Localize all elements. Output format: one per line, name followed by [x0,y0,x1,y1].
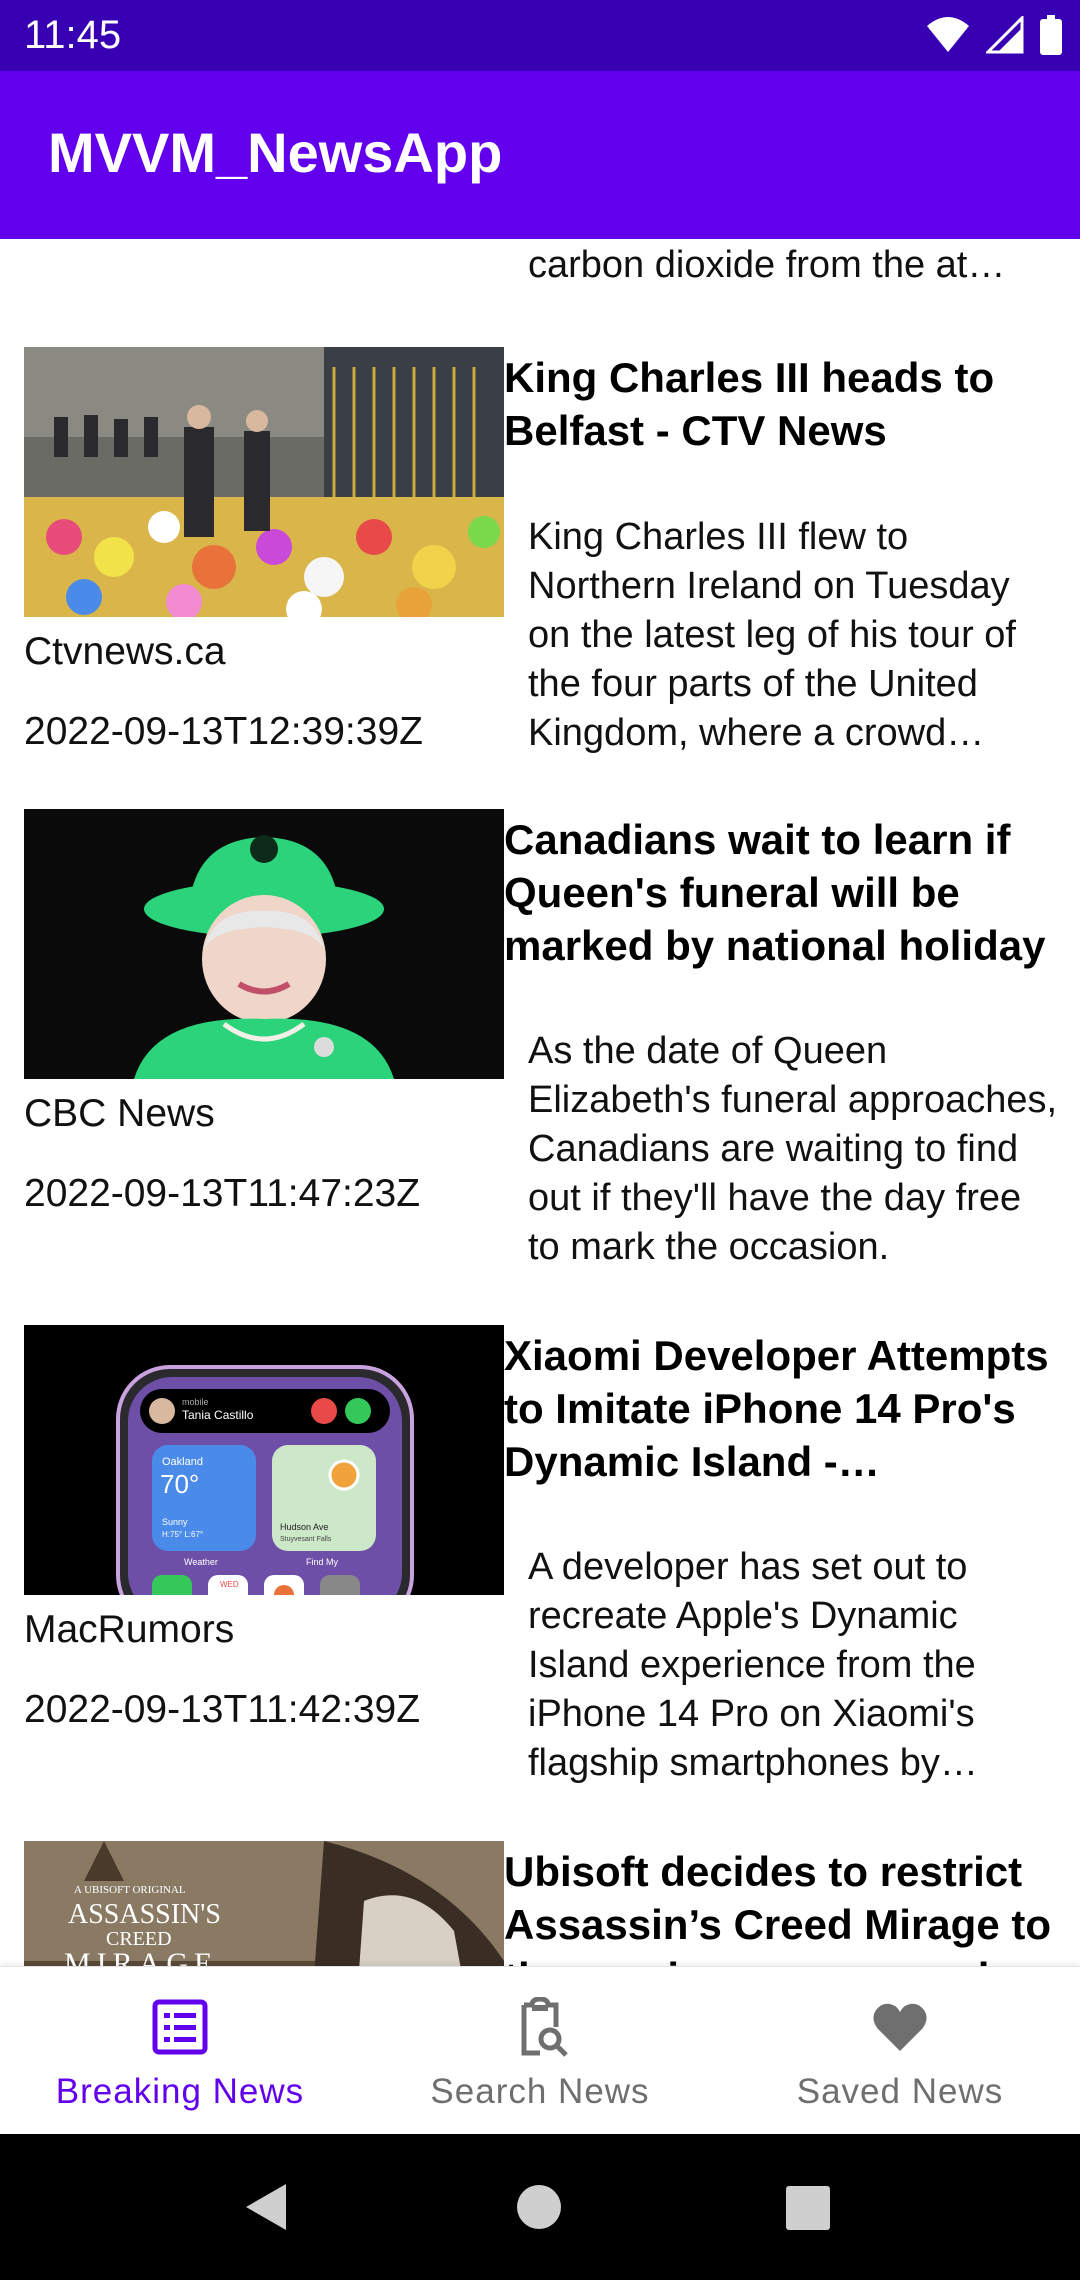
article-title: King Charles III heads to Belfast - CTV … [504,354,995,454]
nav-label: Saved News [796,2072,1004,2111]
article-item[interactable]: CBC News 2022-09-13T11:47:23Z Canadians … [0,809,1080,1279]
article-date: 2022-09-13T11:47:23Z [24,1172,421,1215]
recents-icon[interactable] [786,2186,830,2230]
article-title: Ubisoft decides to restrict Assassin’s C… [504,1848,1051,1966]
nav-item-search-news[interactable]: Search News [360,1967,720,2135]
article-source: CBC News [24,1092,215,1135]
news-list-icon [152,1999,208,2055]
bottom-navigation: Breaking News Search News Saved News [0,1966,1080,2135]
article-description: As the date of Queen Elizabeth's funeral… [528,1030,1058,1268]
article-source: MacRumors [24,1608,235,1651]
article-item[interactable]: Ctvnews.ca 2022-09-13T12:39:39Z King Cha… [0,347,1080,817]
svg-text:Stuyvesant Falls: Stuyvesant Falls [280,1536,332,1543]
clipboard-search-icon [521,1997,568,2057]
svg-text:Tania Castillo: Tania Castillo [182,1408,254,1422]
nav-item-saved-news[interactable]: Saved News [720,1967,1080,2135]
article-date: 2022-09-13T11:42:39Z [24,1688,421,1731]
article-title: Canadians wait to learn if Queen's funer… [504,816,1046,969]
svg-text:Weather: Weather [184,1557,218,1567]
wifi-icon [927,17,969,52]
svg-text:WED: WED [220,1580,239,1589]
svg-text:Hudson Ave: Hudson Ave [280,1522,328,1532]
article-title: Xiaomi Developer Attempts to Imitate iPh… [504,1332,1049,1485]
cellular-signal-icon [986,16,1024,54]
svg-text:70°: 70° [160,1469,199,1499]
heart-icon [873,2003,927,2051]
app-title: MVVM_NewsApp [48,121,503,184]
article-thumbnail [24,347,504,617]
article-thumbnail: A UBISOFT ORIGINAL ASSASSIN'S CREED MIRA… [24,1841,504,1966]
svg-text:MIRAGE: MIRAGE [64,1947,218,1966]
article-item[interactable]: A UBISOFT ORIGINAL ASSASSIN'S CREED MIRA… [0,1841,1080,1966]
status-bar: 11:45 [0,0,1080,71]
svg-text:Sunny: Sunny [162,1517,188,1527]
svg-text:ASSASSIN'S: ASSASSIN'S [68,1899,221,1930]
article-description: A developer has set out to recreate Appl… [528,1546,976,1784]
home-icon[interactable] [516,2184,562,2230]
svg-text:Oakland: Oakland [162,1456,203,1468]
system-navigation-bar [0,2134,1080,2280]
article-thumbnail: mobile Tania Castillo Oakland 70° Sunny … [24,1325,504,1595]
article-description: King Charles III flew to Northern Irelan… [528,516,1016,754]
partial-article-description: carbon dioxide from the at… [528,244,1006,286]
status-icons [926,14,1062,56]
back-icon[interactable] [244,2182,288,2232]
nav-label: Breaking News [55,2072,305,2111]
svg-text:H:75° L:67°: H:75° L:67° [162,1530,203,1539]
status-time: 11:45 [24,13,122,57]
article-item[interactable]: mobile Tania Castillo Oakland 70° Sunny … [0,1325,1080,1795]
battery-icon [1040,15,1062,55]
svg-text:A UBISOFT ORIGINAL: A UBISOFT ORIGINAL [74,1884,186,1896]
news-feed[interactable]: carbon dioxide from the at… Ctvnews.ca 2… [0,239,1080,1966]
article-source: Ctvnews.ca [24,630,226,673]
nav-label: Search News [430,2072,650,2111]
svg-text:Find My: Find My [306,1557,339,1567]
nav-item-breaking-news[interactable]: Breaking News [0,1967,360,2135]
article-thumbnail [24,809,504,1079]
app-bar: MVVM_NewsApp [0,71,1080,239]
svg-text:7: 7 [222,1594,231,1595]
svg-text:mobile: mobile [182,1397,209,1407]
article-date: 2022-09-13T12:39:39Z [24,710,423,753]
